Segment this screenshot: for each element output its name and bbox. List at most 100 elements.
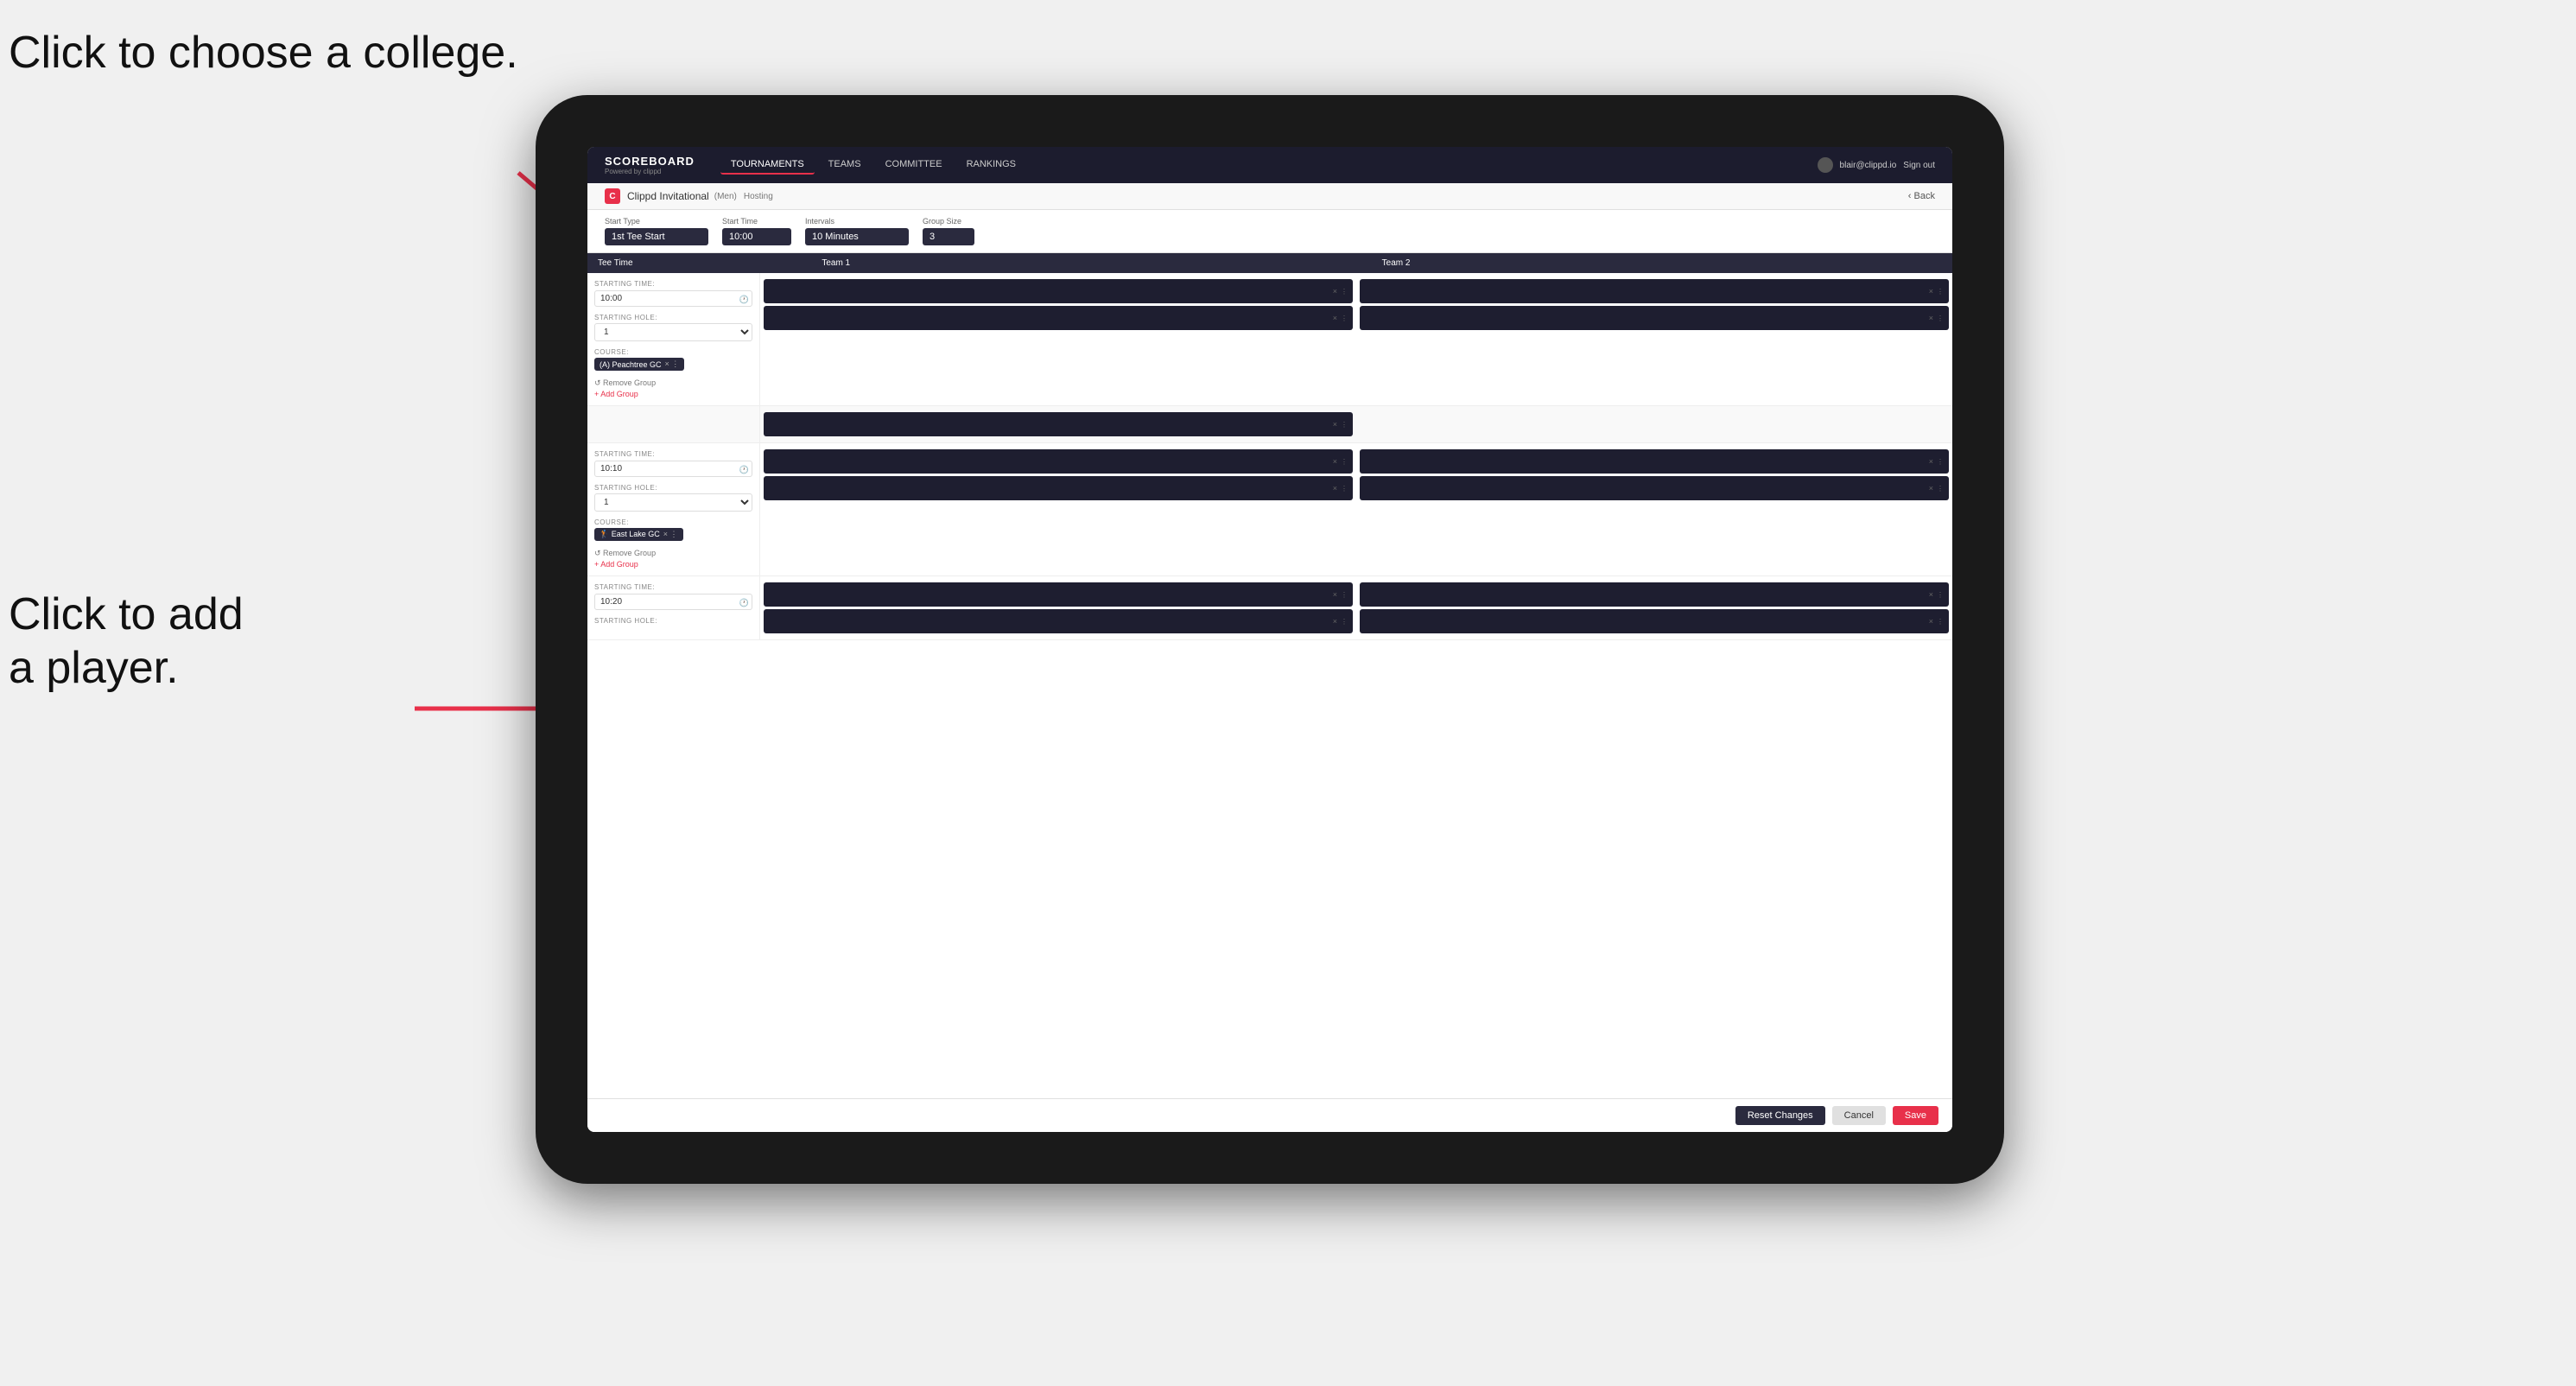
course-label-1: COURSE: <box>594 348 752 356</box>
tablet-frame: SCOREBOARD Powered by clippd TOURNAMENTS… <box>536 95 2004 1184</box>
intervals-group: Intervals 10 Minutes <box>805 217 909 245</box>
player-slot-r-2-1[interactable]: × ⋮ <box>1360 449 1949 474</box>
hosting-label: Hosting <box>744 192 773 201</box>
player-slot-2-1[interactable]: × ⋮ <box>764 449 1353 474</box>
clock-icon-2: 🕐 <box>739 466 749 475</box>
reorder-player-2-1[interactable]: ⋮ <box>1341 458 1348 466</box>
mid-col-3: × ⋮ × ⋮ <box>760 576 1356 639</box>
start-type-label: Start Type <box>605 217 708 226</box>
nav-tournaments[interactable]: TOURNAMENTS <box>720 156 815 175</box>
reorder-player-r-2-1[interactable]: ⋮ <box>1937 458 1944 466</box>
reorder-player-1-1[interactable]: ⋮ <box>1341 288 1348 296</box>
player-slot-r-1-1[interactable]: × ⋮ <box>1360 279 1949 303</box>
event-name: Clippd Invitational <box>627 190 709 202</box>
reorder-player-r-3-2[interactable]: ⋮ <box>1937 618 1944 626</box>
remove-course-slot-1[interactable]: × <box>1333 420 1337 429</box>
remove-player-2-2[interactable]: × <box>1333 484 1337 493</box>
add-group-link-1[interactable]: + Add Group <box>594 390 752 398</box>
reorder-course-slot-1[interactable]: ⋮ <box>1341 421 1348 429</box>
reset-button[interactable]: Reset Changes <box>1735 1106 1825 1125</box>
starting-time-input-1[interactable] <box>594 290 752 307</box>
starting-hole-label-2: STARTING HOLE: <box>594 484 752 492</box>
course-name-1: (A) Peachtree GC <box>600 360 662 369</box>
nav-committee[interactable]: COMMITTEE <box>875 156 953 175</box>
start-time-input[interactable] <box>722 228 791 245</box>
player-slot-3-1[interactable]: × ⋮ <box>764 582 1353 607</box>
remove-course-2[interactable]: × ⋮ <box>663 530 678 539</box>
remove-course-1[interactable]: × ⋮ <box>665 359 680 369</box>
player-slot-2-2[interactable]: × ⋮ <box>764 476 1353 500</box>
start-type-select[interactable]: 1st Tee Start <box>605 228 708 245</box>
player-slot-r-3-1[interactable]: × ⋮ <box>1360 582 1949 607</box>
course-tag-2[interactable]: 🏌 East Lake GC × ⋮ <box>594 528 683 541</box>
back-button[interactable]: ‹ Back <box>1908 191 1935 201</box>
starting-hole-select-1[interactable]: 1 <box>594 323 752 341</box>
mid-col-1: × ⋮ × ⋮ <box>760 273 1356 405</box>
reorder-player-r-2-2[interactable]: ⋮ <box>1937 485 1944 493</box>
starting-time-label-1: STARTING TIME: <box>594 280 752 288</box>
remove-player-1-1[interactable]: × <box>1333 287 1337 296</box>
remove-player-r-2-2[interactable]: × <box>1929 484 1933 493</box>
left-col-3: STARTING TIME: 🕐 STARTING HOLE: <box>587 576 760 639</box>
remove-group-link-2[interactable]: ↺ Remove Group <box>594 549 656 557</box>
remove-player-1-2[interactable]: × <box>1333 314 1337 322</box>
clock-icon-3: 🕐 <box>739 599 749 608</box>
remove-player-2-1[interactable]: × <box>1333 457 1337 466</box>
sign-out-link[interactable]: Sign out <box>1903 161 1935 170</box>
add-group-link-2[interactable]: + Add Group <box>594 560 752 569</box>
nav-teams[interactable]: TEAMS <box>818 156 872 175</box>
remove-group-link-1[interactable]: ↺ Remove Group <box>594 378 656 387</box>
remove-player-r-3-1[interactable]: × <box>1929 590 1933 599</box>
course-row-1: × ⋮ <box>587 406 1952 443</box>
player-slot-r-3-2[interactable]: × ⋮ <box>1360 609 1949 633</box>
starting-time-input-3[interactable] <box>594 594 752 610</box>
table-area: STARTING TIME: 🕐 STARTING HOLE: 1 COURSE… <box>587 273 1952 1098</box>
group-size-select[interactable]: 3 <box>923 228 974 245</box>
reorder-player-r-1-1[interactable]: ⋮ <box>1937 288 1944 296</box>
reorder-player-r-3-1[interactable]: ⋮ <box>1937 591 1944 599</box>
annotation-text-1: Click to choose a college. <box>9 28 518 78</box>
clock-icon-1: 🕐 <box>739 296 749 305</box>
save-button[interactable]: Save <box>1893 1106 1938 1125</box>
player-slot-3-2[interactable]: × ⋮ <box>764 609 1353 633</box>
start-time-label: Start Time <box>722 217 791 226</box>
reorder-player-2-2[interactable]: ⋮ <box>1341 485 1348 493</box>
cancel-button[interactable]: Cancel <box>1832 1106 1886 1125</box>
slot-controls-r-1-1: × ⋮ <box>1926 287 1944 296</box>
starting-hole-wrapper-1: 1 <box>594 323 752 345</box>
starting-time-wrapper-3: 🕐 <box>594 593 752 614</box>
reorder-player-3-1[interactable]: ⋮ <box>1341 591 1348 599</box>
course-slot-1[interactable]: × ⋮ <box>764 412 1353 436</box>
reorder-player-3-2[interactable]: ⋮ <box>1341 618 1348 626</box>
starting-time-input-2[interactable] <box>594 461 752 477</box>
left-col-2: STARTING TIME: 🕐 STARTING HOLE: 1 COURSE… <box>587 443 760 575</box>
reorder-player-r-1-2[interactable]: ⋮ <box>1937 315 1944 322</box>
remove-player-r-1-2[interactable]: × <box>1929 314 1933 322</box>
clippd-logo: C <box>605 188 620 204</box>
user-email: blair@clippd.io <box>1840 161 1897 170</box>
remove-player-3-2[interactable]: × <box>1333 617 1337 626</box>
starting-hole-select-2[interactable]: 1 <box>594 493 752 512</box>
course-label-2: COURSE: <box>594 518 752 526</box>
remove-player-r-3-2[interactable]: × <box>1929 617 1933 626</box>
controls-row: Start Type 1st Tee Start Start Time Inte… <box>587 210 1952 253</box>
player-slot-r-1-2[interactable]: × ⋮ <box>1360 306 1949 330</box>
intervals-select[interactable]: 10 Minutes <box>805 228 909 245</box>
player-slot-r-2-2[interactable]: × ⋮ <box>1360 476 1949 500</box>
starting-time-label-2: STARTING TIME: <box>594 450 752 458</box>
group-size-label: Group Size <box>923 217 974 226</box>
remove-player-r-2-1[interactable]: × <box>1929 457 1933 466</box>
remove-player-3-1[interactable]: × <box>1333 590 1337 599</box>
player-slot-1-1[interactable]: × ⋮ <box>764 279 1353 303</box>
logo-letter: C <box>609 192 615 201</box>
starting-time-label-3: STARTING TIME: <box>594 583 752 591</box>
course-right-1 <box>1356 406 1952 442</box>
remove-player-r-1-1[interactable]: × <box>1929 287 1933 296</box>
bottom-bar: Reset Changes Cancel Save <box>587 1098 1952 1132</box>
course-tag-1[interactable]: (A) Peachtree GC × ⋮ <box>594 358 684 371</box>
nav-rankings[interactable]: RANKINGS <box>956 156 1026 175</box>
player-slot-1-2[interactable]: × ⋮ <box>764 306 1353 330</box>
user-avatar <box>1818 157 1833 173</box>
reorder-player-1-2[interactable]: ⋮ <box>1341 315 1348 322</box>
intervals-label: Intervals <box>805 217 909 226</box>
